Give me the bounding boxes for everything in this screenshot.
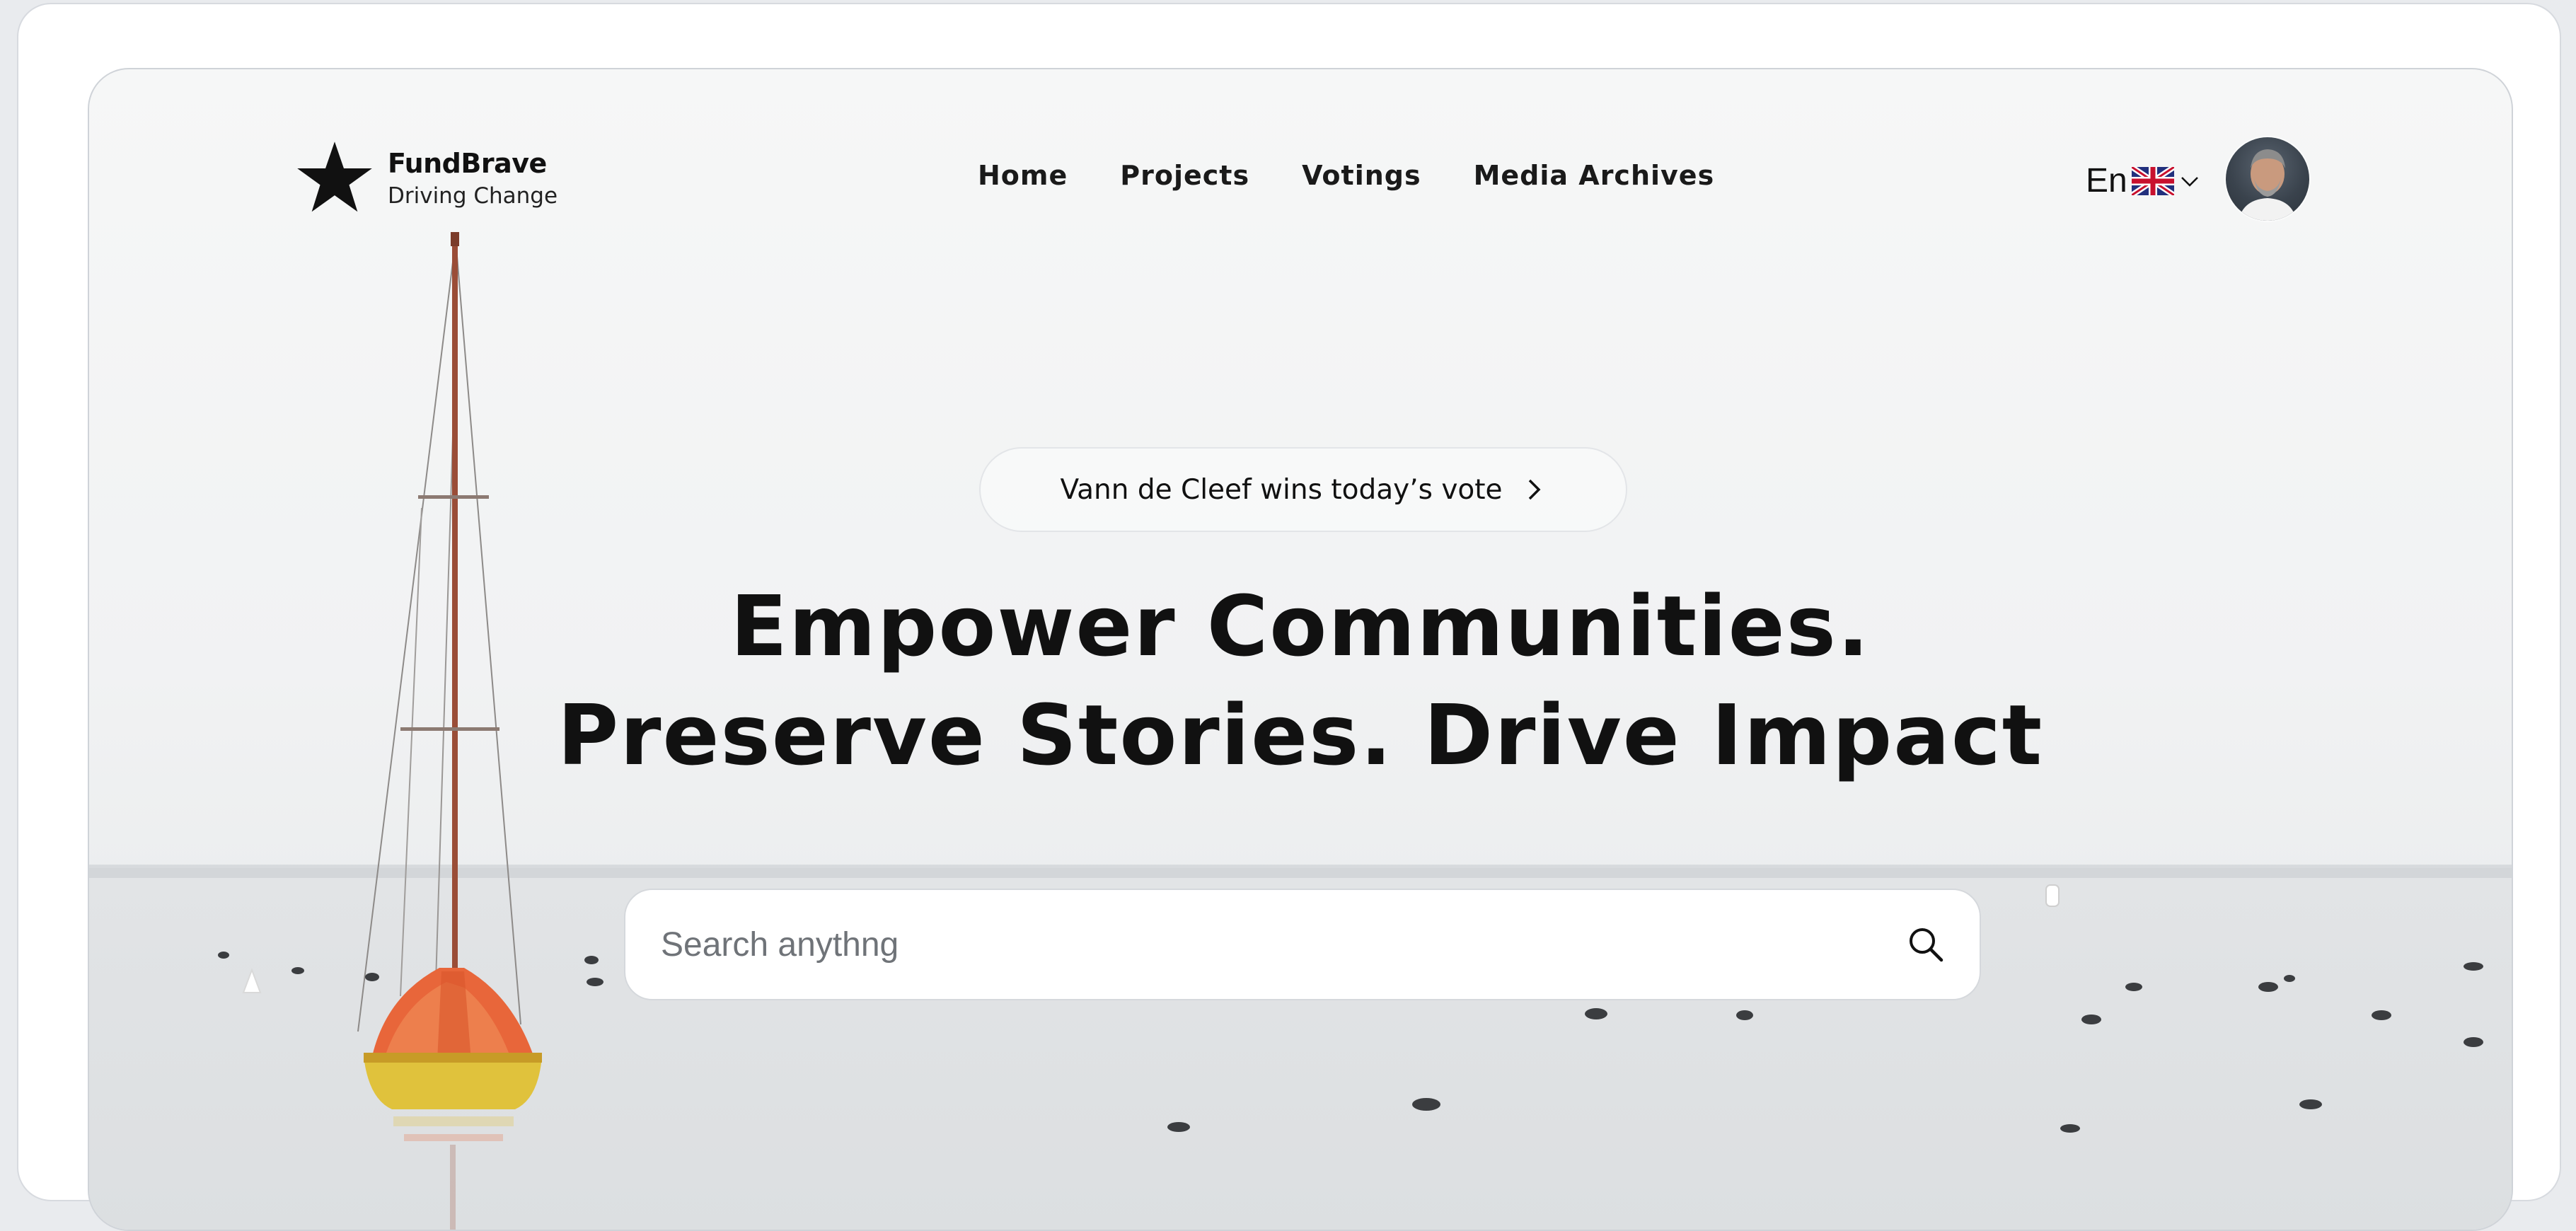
search-bar[interactable] bbox=[624, 889, 1981, 1000]
nav-projects[interactable]: Projects bbox=[1120, 160, 1249, 191]
language-code: En bbox=[2086, 162, 2127, 200]
user-avatar[interactable] bbox=[2226, 137, 2309, 221]
headline-line-2: Preserve Stories. Drive Impact bbox=[557, 686, 2044, 784]
brand-tagline: Driving Change bbox=[388, 183, 558, 209]
star-icon bbox=[297, 141, 372, 212]
search-input[interactable] bbox=[659, 924, 1903, 965]
nav-votings[interactable]: Votings bbox=[1302, 160, 1421, 191]
announcement-text: Vann de Cleef wins today’s vote bbox=[1060, 473, 1503, 506]
main-nav: Home Projects Votings Media Archives bbox=[978, 160, 1714, 191]
brand-text: FundBrave Driving Change bbox=[388, 146, 558, 212]
announcement-pill[interactable]: Vann de Cleef wins today’s vote bbox=[979, 447, 1627, 532]
brand-name: FundBrave bbox=[388, 148, 547, 179]
search-icon[interactable] bbox=[1903, 922, 1948, 967]
hero-headline: Empower Communities. Preserve Stories. D… bbox=[89, 572, 2512, 790]
avatar-portrait bbox=[2239, 149, 2297, 221]
brand[interactable]: FundBrave Driving Change bbox=[296, 140, 558, 218]
chevron-down-icon bbox=[2181, 176, 2198, 187]
language-selector[interactable]: En bbox=[2086, 161, 2201, 200]
nav-media-archives[interactable]: Media Archives bbox=[1474, 160, 1715, 191]
uk-flag-icon bbox=[2131, 166, 2174, 195]
headline-line-1: Empower Communities. bbox=[730, 577, 1871, 675]
nav-home[interactable]: Home bbox=[978, 160, 1068, 191]
hero-section: FundBrave Driving Change Home Projects V… bbox=[88, 68, 2513, 1231]
chevron-right-icon bbox=[1528, 479, 1541, 500]
